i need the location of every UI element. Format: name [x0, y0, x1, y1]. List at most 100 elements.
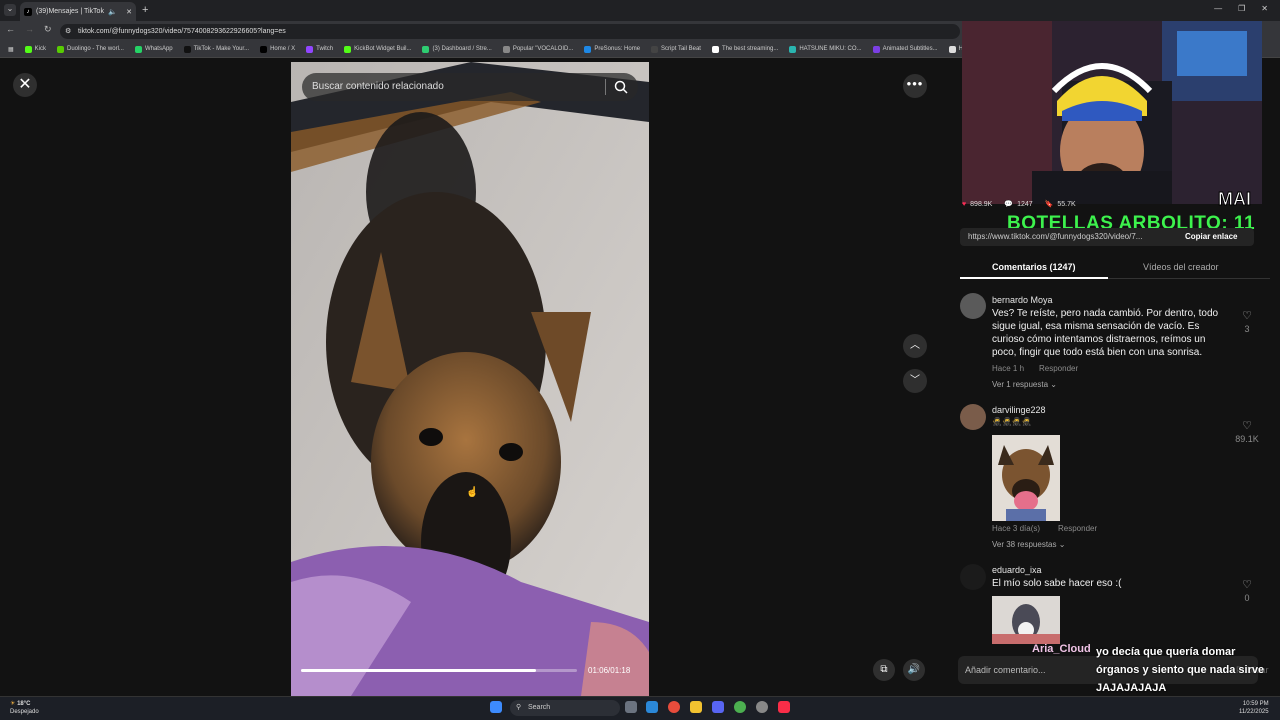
avatar[interactable]	[960, 404, 986, 430]
bookmark-item[interactable]: WhatsApp	[134, 45, 173, 53]
bookmark-item[interactable]: PreSonus: Home	[584, 45, 641, 53]
bookmark-favicon-icon	[584, 45, 592, 53]
chat-username: Aria_Cloud	[1032, 643, 1091, 655]
tab-search-icon[interactable]: ⌄	[4, 4, 16, 16]
reply-button[interactable]: Responder	[1039, 364, 1078, 373]
close-tab-icon[interactable]: ✕	[126, 8, 132, 16]
bookmark-item[interactable]: Animated Subtitles...	[872, 45, 938, 53]
music-icon[interactable]	[778, 701, 790, 713]
bookmark-item[interactable]: Script Tail Beat	[651, 45, 701, 53]
bookmark-favicon-icon	[502, 45, 510, 53]
bookmark-label: (3) Dashboard / Stre...	[432, 46, 492, 52]
search-icon: ⚲	[516, 704, 522, 711]
reply-button[interactable]: Responder	[1058, 524, 1097, 533]
avatar[interactable]	[960, 564, 986, 590]
bookmark-item[interactable]: TikTok - Make Your...	[183, 45, 249, 53]
comment-username[interactable]: eduardo_ixa	[992, 565, 1042, 575]
heart-outline-icon[interactable]: ♡	[1232, 578, 1262, 591]
video-player[interactable]	[291, 62, 649, 696]
bookmark-icon: 🔖	[1044, 201, 1054, 208]
comment-image[interactable]	[992, 435, 1060, 521]
view-replies-button[interactable]: Ver 1 respuesta ⌄	[992, 380, 1057, 389]
dog-video-frame	[291, 62, 649, 696]
heart-outline-icon[interactable]: ♡	[1232, 419, 1262, 432]
browser-tab-tiktok[interactable]: ♪ (39)Mensajes | TikTok 🔈 ✕	[20, 2, 136, 21]
comment-image[interactable]	[992, 596, 1060, 644]
tab-comments[interactable]: Comentarios (1247)	[992, 262, 1076, 272]
comment-text: Ves? Te reíste, pero nada cambió. Por de…	[992, 308, 1219, 358]
forward-icon[interactable]: →	[25, 24, 34, 35]
site-info-icon[interactable]: ⚙	[65, 24, 71, 39]
bookmark-favicon-icon	[183, 45, 191, 53]
bookmark-item[interactable]: The best streaming...	[711, 45, 778, 53]
comment-username[interactable]: darvilinge228	[992, 405, 1046, 415]
weather-widget[interactable]: ☀ 18°C Despejado	[10, 700, 39, 716]
bookmark-favicon-icon	[57, 45, 65, 53]
streamer-webcam	[962, 21, 1262, 204]
nav-buttons: ← → ↻	[6, 24, 52, 35]
comment-username[interactable]: bernardo Moya	[992, 295, 1053, 305]
previous-video-icon[interactable]: ︿	[903, 334, 927, 358]
tab-creator-videos[interactable]: Vídeos del creador	[1143, 262, 1219, 272]
dog-sticker-image	[992, 435, 1060, 521]
back-icon[interactable]: ←	[6, 24, 15, 35]
bookmark-item[interactable]: Duolingo - The worl...	[57, 45, 124, 53]
comment-emoji-text: 🥷🥷🥷🥷	[992, 417, 1032, 426]
edge-icon[interactable]	[646, 701, 658, 713]
close-video-button[interactable]: ✕	[13, 73, 37, 97]
related-search-input[interactable]: Buscar contenido relacionado	[302, 73, 638, 101]
heart-outline-icon[interactable]: ♡	[1232, 309, 1262, 322]
task-view-icon[interactable]	[625, 701, 637, 713]
url-text: tiktok.com/@funnydogs320/video/757400829…	[78, 28, 286, 35]
mute-tab-icon[interactable]: 🔈	[108, 8, 117, 16]
saves-stat[interactable]: 🔖 55.7K	[1044, 200, 1076, 209]
bookmark-label: KickBot Widget Buil...	[354, 46, 412, 52]
tiktok-favicon-icon: ♪	[24, 7, 32, 16]
bookmark-item[interactable]: Kick	[24, 45, 46, 53]
system-clock[interactable]: 10:59 PM 11/22/2025	[1239, 700, 1269, 716]
bookmark-favicon-icon	[344, 45, 352, 53]
bookmark-item[interactable]: HATSUNE MIKU: CO...	[789, 45, 862, 53]
url-field[interactable]: ⚙ tiktok.com/@funnydogs320/video/7574008…	[60, 24, 960, 39]
app-icon[interactable]	[668, 701, 680, 713]
bookmark-item[interactable]: (3) Dashboard / Stre...	[422, 45, 492, 53]
like-count: 89.1K	[1235, 434, 1259, 444]
new-tab-button[interactable]: +	[142, 4, 148, 16]
copy-link-button[interactable]: Copiar enlace	[1185, 232, 1237, 241]
next-video-icon[interactable]: ﹀	[903, 369, 927, 393]
comments-stat[interactable]: 💬 1247	[1004, 200, 1032, 209]
bookmark-favicon-icon	[306, 45, 314, 53]
bookmark-item[interactable]: KickBot Widget Buil...	[344, 45, 412, 53]
file-explorer-icon[interactable]	[690, 701, 702, 713]
picture-in-picture-icon[interactable]: ⧉	[873, 659, 895, 681]
restore-icon[interactable]: ❐	[1238, 4, 1245, 13]
bookmark-item[interactable]: Popular "VOCALOID...	[502, 45, 573, 53]
bookmark-item[interactable]: Twitch	[306, 45, 333, 53]
like-count: 3	[1244, 324, 1250, 334]
discord-icon[interactable]	[712, 701, 724, 713]
chrome-icon[interactable]	[734, 701, 746, 713]
start-icon[interactable]	[490, 701, 502, 713]
apps-icon[interactable]: ▦	[8, 46, 14, 53]
close-window-icon[interactable]: ✕	[1261, 4, 1268, 13]
chatgpt-icon[interactable]	[756, 701, 768, 713]
more-options-icon[interactable]: •••	[903, 74, 927, 98]
likes-stat[interactable]: ♥ 898.9K	[962, 201, 992, 208]
taskbar-search[interactable]: ⚲ Search	[510, 700, 620, 716]
windows-taskbar	[0, 696, 1280, 720]
share-link-text: https://www.tiktok.com/@funnydogs320/vid…	[968, 232, 1143, 241]
reload-icon[interactable]: ↻	[44, 24, 52, 35]
search-divider	[605, 79, 606, 95]
avatar[interactable]	[960, 293, 986, 319]
bookmark-label: Home / X	[270, 46, 296, 52]
minimize-icon[interactable]: —	[1214, 4, 1222, 13]
bookmark-favicon-icon	[422, 45, 430, 53]
view-replies-button[interactable]: Ver 38 respuestas ⌄	[992, 540, 1065, 549]
video-timecode: 01:06/01:18	[588, 666, 631, 675]
volume-icon[interactable]: 🔊	[903, 659, 925, 681]
bookmark-item[interactable]: Home / X	[260, 45, 296, 53]
search-icon[interactable]	[613, 79, 629, 95]
webcam-image	[962, 21, 1262, 204]
active-tab-indicator	[960, 277, 1108, 279]
bookmark-label: PreSonus: Home	[594, 46, 641, 52]
